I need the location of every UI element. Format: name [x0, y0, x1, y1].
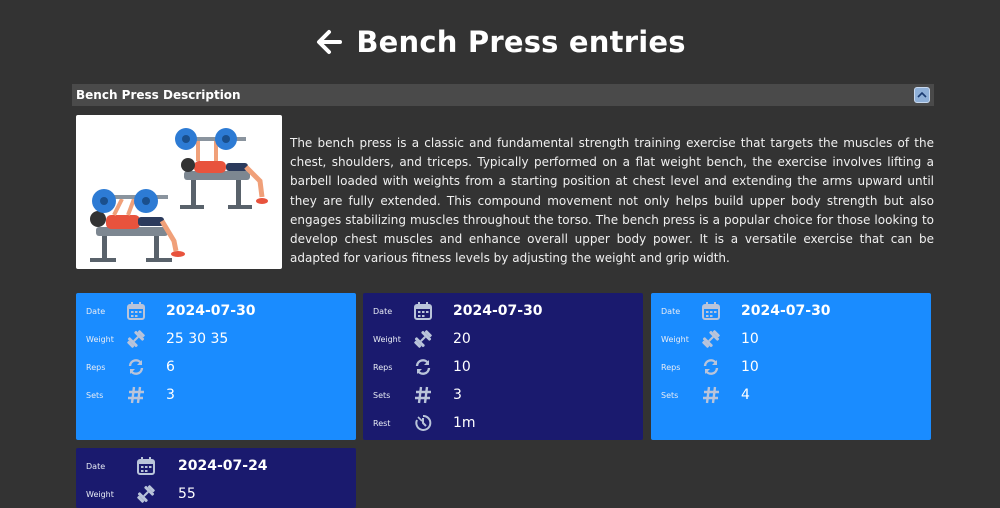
reps-row: Reps 10: [363, 353, 643, 381]
entry-card[interactable]: Date 2024-07-30 Weight 20 Reps 10 Sets 3…: [363, 293, 643, 440]
hashtag-icon: [126, 385, 146, 405]
entry-card[interactable]: Date 2024-07-30 Weight 10 Reps 10 Sets 4: [651, 293, 931, 440]
description-panel-header[interactable]: Bench Press Description: [72, 84, 934, 106]
weight-value: 20: [453, 331, 471, 347]
reps-value: 10: [741, 359, 759, 375]
entry-card[interactable]: Date 2024-07-30 Weight 25 30 35 Reps 6 S…: [76, 293, 356, 440]
weight-label: Weight: [661, 334, 689, 344]
date-row: Date 2024-07-24: [76, 452, 356, 480]
entry-card[interactable]: Date 2024-07-24 Weight 55: [76, 448, 356, 508]
reps-value: 6: [166, 359, 175, 375]
arrow-left-icon[interactable]: [314, 27, 344, 57]
reps-label: Reps: [86, 362, 106, 372]
date-row: Date 2024-07-30: [76, 297, 356, 325]
rest-label: Rest: [373, 418, 391, 428]
chevron-up-icon[interactable]: [914, 87, 930, 103]
date-row: Date 2024-07-30: [363, 297, 643, 325]
sets-value: 4: [741, 387, 750, 403]
weight-value: 25 30 35: [166, 331, 229, 347]
date-label: Date: [86, 306, 106, 316]
sets-row: Sets 4: [651, 381, 931, 409]
date-value: 2024-07-30: [166, 303, 256, 319]
weight-row: Weight 55: [76, 480, 356, 508]
weight-value: 10: [741, 331, 759, 347]
weight-label: Weight: [373, 334, 401, 344]
date-value: 2024-07-30: [741, 303, 831, 319]
sets-row: Sets 3: [363, 381, 643, 409]
calendar-icon: [701, 301, 721, 321]
reps-row: Reps 6: [76, 353, 356, 381]
weight-label: Weight: [86, 334, 114, 344]
repeat-icon: [701, 357, 721, 377]
hashtag-icon: [413, 385, 433, 405]
description-text: The bench press is a classic and fundame…: [290, 136, 934, 266]
date-row: Date 2024-07-30: [651, 297, 931, 325]
timer-icon: [413, 413, 433, 433]
date-label: Date: [373, 306, 393, 316]
weight-row: Weight 20: [363, 325, 643, 353]
bench-press-illustration: [76, 115, 282, 269]
page-header: Bench Press entries: [0, 22, 1000, 62]
calendar-icon: [413, 301, 433, 321]
repeat-icon: [126, 357, 146, 377]
sets-label: Sets: [661, 390, 679, 400]
dumbbell-icon: [701, 329, 721, 349]
date-value: 2024-07-30: [453, 303, 543, 319]
page-title: Bench Press entries: [356, 25, 686, 59]
sets-value: 3: [453, 387, 462, 403]
weight-label: Weight: [86, 489, 114, 499]
date-label: Date: [86, 461, 106, 471]
hashtag-icon: [701, 385, 721, 405]
sets-row: Sets 3: [76, 381, 356, 409]
date-label: Date: [661, 306, 681, 316]
calendar-icon: [136, 456, 156, 476]
reps-row: Reps 10: [651, 353, 931, 381]
reps-value: 10: [453, 359, 471, 375]
dumbbell-icon: [413, 329, 433, 349]
reps-label: Reps: [373, 362, 393, 372]
sets-value: 3: [166, 387, 175, 403]
weight-row: Weight 25 30 35: [76, 325, 356, 353]
dumbbell-icon: [136, 484, 156, 504]
date-value: 2024-07-24: [178, 458, 268, 474]
rest-row: Rest 1m: [363, 409, 643, 437]
repeat-icon: [413, 357, 433, 377]
weight-row: Weight 10: [651, 325, 931, 353]
dumbbell-icon: [126, 329, 146, 349]
rest-value: 1m: [453, 415, 476, 431]
description-panel-title: Bench Press Description: [76, 88, 241, 102]
sets-label: Sets: [86, 390, 104, 400]
sets-label: Sets: [373, 390, 391, 400]
reps-label: Reps: [661, 362, 681, 372]
calendar-icon: [126, 301, 146, 321]
